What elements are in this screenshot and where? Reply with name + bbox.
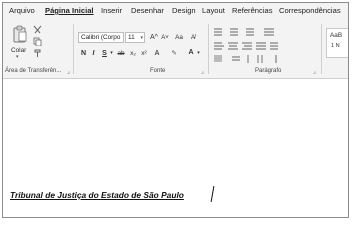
- font-launcher-icon[interactable]: ⌟: [201, 68, 204, 75]
- tab-design[interactable]: Design: [172, 6, 196, 15]
- text-cursor: [210, 186, 215, 202]
- group-divider: [73, 24, 74, 74]
- paragraph-launcher-icon[interactable]: ⌟: [313, 68, 316, 75]
- font-size-dropdown[interactable]: 11 ▾: [125, 32, 145, 43]
- bold-button[interactable]: N: [79, 48, 88, 58]
- clipboard-icon: [13, 25, 27, 43]
- tab-pagina-inicial[interactable]: Página Inicial: [45, 6, 94, 15]
- document-text[interactable]: Tribunal de Justiça do Estado de São Pau…: [10, 190, 184, 200]
- tab-layout[interactable]: Layout: [202, 6, 225, 15]
- clipboard-group-label: Área de Transferên...: [5, 68, 62, 74]
- group-divider: [321, 24, 322, 74]
- font-group-label: Fonte: [150, 68, 166, 74]
- format-painter-icon[interactable]: [32, 48, 42, 58]
- tab-correspondencias[interactable]: Correspondências: [279, 6, 341, 15]
- underline-button[interactable]: S: [100, 48, 109, 58]
- paragraph-controls-icon[interactable]: [212, 27, 314, 65]
- paste-dropdown-icon[interactable]: ▾: [16, 54, 19, 60]
- word-window: Arquivo Página Inicial Inserir Desenhar …: [2, 2, 349, 218]
- paragraph-group-label: Parágrafo: [255, 68, 282, 74]
- clipboard-launcher-icon[interactable]: ⌟: [67, 68, 70, 75]
- chevron-down-icon: ▾: [140, 35, 143, 41]
- tab-arquivo[interactable]: Arquivo: [9, 6, 35, 15]
- italic-button[interactable]: I: [89, 48, 98, 58]
- paste-label[interactable]: Colar: [11, 47, 26, 54]
- tab-referencias[interactable]: Referências: [232, 6, 273, 15]
- grow-font-button[interactable]: A^: [149, 32, 159, 43]
- change-case-button[interactable]: Aa: [173, 32, 185, 43]
- shrink-font-button[interactable]: A˅: [160, 32, 170, 43]
- style-sample-name: 1 N: [331, 43, 340, 49]
- group-divider: [208, 24, 209, 74]
- font-name-value: Calibri (Corpo: [81, 34, 121, 41]
- style-normal-tile[interactable]: AaB 1 N: [326, 28, 348, 58]
- document-page[interactable]: Tribunal de Justiça do Estado de São Pau…: [3, 80, 348, 217]
- superscript-button[interactable]: x²: [139, 48, 149, 58]
- highlight-button[interactable]: ✎: [169, 48, 179, 58]
- ribbon-tab-bar: Arquivo Página Inicial Inserir Desenhar …: [3, 3, 348, 20]
- subscript-button[interactable]: x₂: [128, 48, 138, 58]
- underline-dropdown-icon[interactable]: ▾: [109, 48, 114, 58]
- style-sample-text: AaB: [330, 32, 343, 39]
- clear-formatting-icon[interactable]: A̸: [188, 32, 198, 43]
- paste-button[interactable]: [12, 25, 28, 43]
- tab-desenhar[interactable]: Desenhar: [131, 6, 164, 15]
- cut-icon[interactable]: [32, 24, 42, 34]
- font-color-button[interactable]: A: [186, 47, 196, 57]
- font-size-value: 11: [128, 34, 135, 41]
- text-effects-button[interactable]: A: [152, 48, 162, 58]
- copy-icon[interactable]: [32, 36, 42, 46]
- font-color-dropdown-icon[interactable]: ▾: [196, 48, 201, 58]
- ribbon: Colar ▾ Área de Transferên... ⌟ Calibri …: [3, 20, 348, 79]
- tab-inserir[interactable]: Inserir: [101, 6, 122, 15]
- font-name-dropdown[interactable]: Calibri (Corpo: [78, 32, 124, 43]
- strikethrough-button[interactable]: ab: [115, 48, 127, 58]
